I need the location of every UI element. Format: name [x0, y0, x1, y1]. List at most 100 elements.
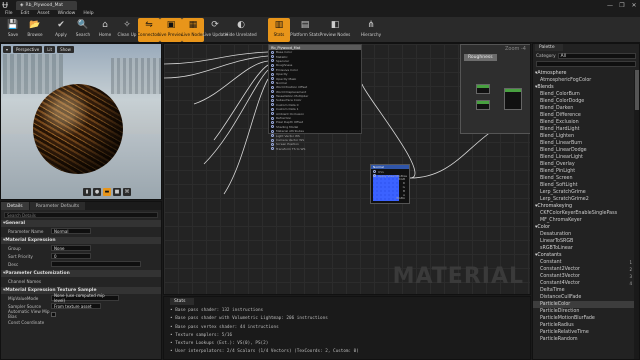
- show-button[interactable]: Show: [57, 46, 74, 53]
- browse-button[interactable]: 📂 Browse: [24, 18, 46, 42]
- tab-parameter-defaults[interactable]: Parameter Defaults: [29, 202, 86, 210]
- palette-item[interactable]: Blend_LinearLight: [533, 154, 635, 161]
- palette-item[interactable]: ParticleColor: [533, 301, 635, 308]
- platform-stats-button[interactable]: ▤ Platform Stats: [290, 18, 320, 42]
- unreal-logo-icon[interactable]: Ʉ: [0, 0, 10, 10]
- palette-tab[interactable]: Palette: [535, 44, 563, 51]
- live-nodes-button[interactable]: ▦ Live Nodes: [182, 18, 205, 42]
- palette-item[interactable]: sRGBToLinear: [533, 245, 635, 252]
- minimize-button[interactable]: —: [604, 0, 616, 10]
- graph-node[interactable]: [476, 84, 490, 94]
- auto-mip-bias-checkbox[interactable]: [51, 311, 56, 317]
- save-button[interactable]: 💾 Save: [2, 18, 24, 42]
- palette-item[interactable]: Lerp_ScratchGrime2: [533, 196, 635, 203]
- palette-item[interactable]: Blend_LinearDodge: [533, 147, 635, 154]
- mip-value-mode-dropdown[interactable]: None (use computed mip level): [51, 293, 119, 303]
- details-search-input[interactable]: Search Details: [4, 212, 158, 218]
- palette-scrollbar[interactable]: [634, 70, 639, 359]
- live-update-button[interactable]: ⟳ Live Update: [202, 18, 227, 42]
- palette-category-header[interactable]: ▾ Atmosphere: [533, 70, 635, 77]
- palette-category-header[interactable]: ▾ Constants: [533, 252, 635, 259]
- maximize-button[interactable]: ❐: [616, 0, 628, 10]
- plane-icon[interactable]: ▬: [103, 188, 111, 196]
- menu-file[interactable]: File: [5, 11, 13, 16]
- palette-item[interactable]: Blend_ColorBurn: [533, 91, 635, 98]
- preview-nodes-button[interactable]: ◧ Preview Nodes: [320, 18, 351, 42]
- palette-item[interactable]: ParticleRadius: [533, 322, 635, 329]
- clean-up-button[interactable]: ✧ Clean Up: [116, 18, 138, 42]
- hierarchy-button[interactable]: ⋔ Hierarchy: [356, 18, 386, 42]
- cube-icon[interactable]: ■: [113, 188, 121, 196]
- material-pin[interactable]: Transform TS to WS: [269, 147, 361, 151]
- palette-item[interactable]: AtmosphericFogColor: [533, 77, 635, 84]
- palette-item[interactable]: Blend_Darken: [533, 105, 635, 112]
- desc-field[interactable]: [51, 261, 141, 267]
- menu-edit[interactable]: Edit: [21, 11, 30, 16]
- parameter-name-field[interactable]: Normal: [51, 228, 91, 234]
- palette-scroll-thumb[interactable]: [634, 70, 639, 110]
- apply-button[interactable]: ✔ Apply: [50, 18, 72, 42]
- search-button[interactable]: 🔍 Search: [72, 18, 94, 42]
- palette-item[interactable]: Blend_Screen: [533, 175, 635, 182]
- palette-item[interactable]: ParticleDirection: [533, 308, 635, 315]
- palette-category-header[interactable]: ▾ Blends: [533, 84, 635, 91]
- connectors-button[interactable]: ⇋ Connectors: [137, 18, 161, 42]
- palette-item[interactable]: DistanceCullFade: [533, 294, 635, 301]
- palette-item[interactable]: Blend_HardLight: [533, 126, 635, 133]
- palette-item[interactable]: Blend_SoftLight: [533, 182, 635, 189]
- live-preview-button[interactable]: ▣ Live Preview: [158, 18, 184, 42]
- palette-item[interactable]: Blend_Exclusion: [533, 119, 635, 126]
- palette-item[interactable]: CKFColorKeyerEnableSinglePass: [533, 210, 635, 217]
- menu-help[interactable]: Help: [83, 11, 93, 16]
- document-tab[interactable]: ◈ Rb_Plywood_Mat: [16, 0, 78, 10]
- texture-pin[interactable]: RGBA: [371, 196, 409, 200]
- palette-category-header[interactable]: ▾ Color: [533, 224, 635, 231]
- sort-priority-field[interactable]: 0: [51, 253, 91, 259]
- palette-item[interactable]: Blend_Lighten: [533, 133, 635, 140]
- palette-item[interactable]: ParticleRandom: [533, 336, 635, 343]
- home-button[interactable]: ⌂ Home: [94, 18, 116, 42]
- palette-item[interactable]: Blend_Overlay: [533, 161, 635, 168]
- material-result-node[interactable]: Rb_Plywood_Mat Base Color Metallic Specula…: [268, 44, 362, 151]
- palette-item[interactable]: ParticleRelativeTime: [533, 329, 635, 336]
- section-parameter-customization[interactable]: ▾ Parameter Customization: [1, 270, 161, 277]
- palette-item[interactable]: Blend_Difference: [533, 112, 635, 119]
- palette-item[interactable]: Lerp_ScratchGrime: [533, 189, 635, 196]
- palette-item[interactable]: ParticleMotionBlurFade: [533, 315, 635, 322]
- group-dropdown[interactable]: None: [51, 245, 91, 251]
- viewport-options-button[interactable]: ▾: [3, 46, 12, 53]
- menu-window[interactable]: Window: [58, 11, 76, 16]
- palette-item[interactable]: Constant2Vector 2: [533, 266, 635, 273]
- palette-item[interactable]: LinearToSRGB: [533, 238, 635, 245]
- palette-item[interactable]: DeltaTime: [533, 287, 635, 294]
- cylinder-icon[interactable]: ▮: [83, 188, 91, 196]
- normal-texture-node[interactable]: Normal UVs Apply View MipBias RGB R G B A RGBA: [370, 164, 410, 204]
- palette-category-header[interactable]: ▾ Chromakeying: [533, 203, 635, 210]
- material-graph[interactable]: Rb_Plywood_Mat Base Color Metallic Specula…: [163, 43, 531, 295]
- palette-item[interactable]: Constant 1: [533, 259, 635, 266]
- palette-item[interactable]: Blend_ColorDodge: [533, 98, 635, 105]
- palette-item[interactable]: Blend_LinearBurn: [533, 140, 635, 147]
- palette-item[interactable]: Desaturation: [533, 231, 635, 238]
- graph-node[interactable]: [476, 100, 490, 110]
- sphere-icon[interactable]: ●: [93, 188, 101, 196]
- close-button[interactable]: ✕: [628, 0, 640, 10]
- stats-tab[interactable]: Stats: [170, 298, 194, 305]
- preview-viewport[interactable]: ▾ Perspective Lit Show ▮ ● ▬ ■ ⌘: [0, 43, 162, 200]
- sampler-source-dropdown[interactable]: From texture asset: [51, 303, 101, 309]
- palette-item[interactable]: MF_ChromaKeyer: [533, 217, 635, 224]
- section-general[interactable]: ▾ General: [1, 220, 161, 227]
- category-dropdown[interactable]: All: [557, 53, 636, 59]
- hide-unrelated-button[interactable]: ◐ Hide Unrelated: [225, 18, 256, 42]
- section-material-expression[interactable]: ▾ Material Expression: [1, 237, 161, 244]
- tab-details[interactable]: Details: [1, 202, 29, 210]
- palette-search-input[interactable]: [536, 61, 636, 67]
- teapot-icon[interactable]: ⌘: [123, 188, 131, 196]
- palette-item[interactable]: Blend_PinLight: [533, 168, 635, 175]
- property-row[interactable]: Channel Names: [1, 277, 161, 285]
- graph-node[interactable]: [504, 88, 522, 110]
- menu-asset[interactable]: Asset: [37, 11, 49, 16]
- perspective-button[interactable]: Perspective: [13, 46, 43, 53]
- stats-button[interactable]: ▥ Stats: [268, 18, 290, 42]
- palette-item[interactable]: Constant4Vector 4: [533, 280, 635, 287]
